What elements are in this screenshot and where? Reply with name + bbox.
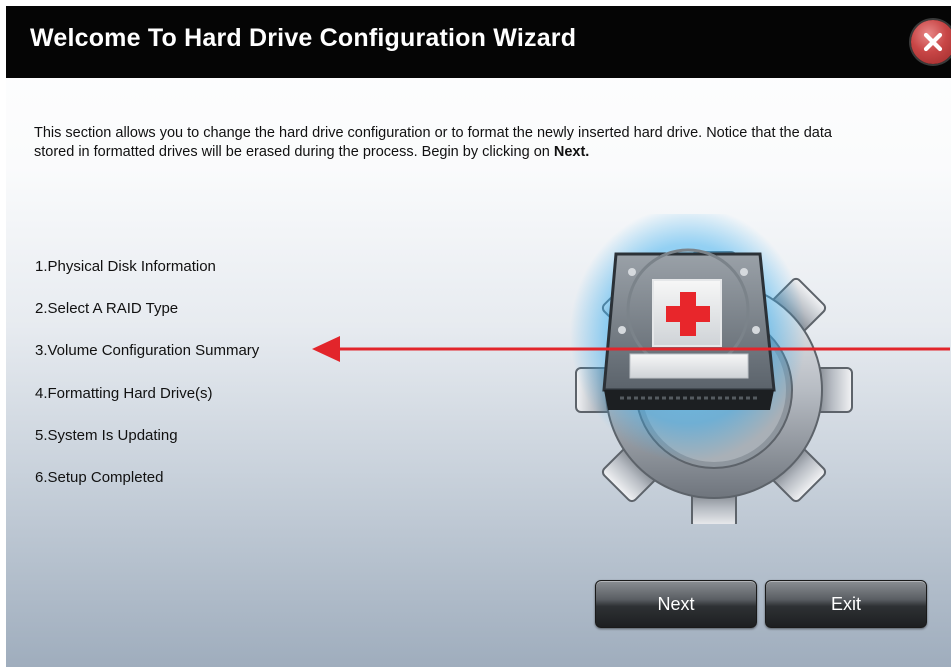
- step-setup-completed: 6.Setup Completed: [35, 469, 164, 486]
- next-button[interactable]: Next: [595, 580, 757, 628]
- hard-drive-gear-icon: [538, 206, 898, 529]
- title-bar: Welcome To Hard Drive Configuration Wiza…: [6, 6, 951, 78]
- step-system-is-updating: 5.System Is Updating: [35, 427, 178, 444]
- step-select-raid-type: 2.Select A RAID Type: [35, 300, 179, 317]
- wizard-dialog: Welcome To Hard Drive Configuration Wiza…: [6, 6, 951, 667]
- dialog-title: Welcome To Hard Drive Configuration Wiza…: [30, 24, 577, 52]
- intro-body: This section allows you to change the ha…: [34, 125, 832, 160]
- step-formatting-hard-drives: 4.Formatting Hard Drive(s): [35, 385, 213, 402]
- intro-next-emphasis: Next.: [553, 144, 590, 160]
- step-physical-disk-information: 1.Physical Disk Information: [35, 258, 216, 275]
- exit-button[interactable]: Exit: [765, 580, 927, 628]
- intro-text: This section allows you to change the ha…: [34, 124, 834, 162]
- close-button[interactable]: [911, 20, 951, 64]
- close-icon: [923, 32, 943, 52]
- step-volume-configuration-summary: 3.Volume Configuration Summary: [35, 342, 260, 359]
